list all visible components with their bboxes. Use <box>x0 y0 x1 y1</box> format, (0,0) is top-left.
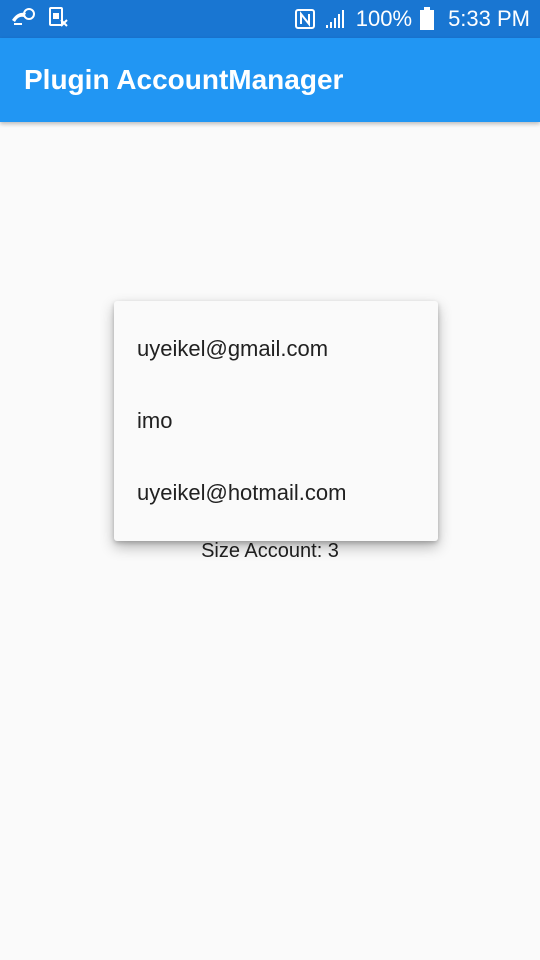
app-title: Plugin AccountManager <box>24 64 344 95</box>
status-right-icons: 100% 5:33 PM <box>294 0 530 38</box>
size-account-label: Size Account: 3 <box>201 540 339 562</box>
sim-card-icon <box>48 6 68 28</box>
status-time: 5:33 PM <box>448 6 530 31</box>
status-left-icons <box>10 6 68 28</box>
nfc-icon <box>294 8 316 30</box>
menu-item-account[interactable]: uyeikel@hotmail.com <box>114 457 438 529</box>
menu-item-account[interactable]: uyeikel@gmail.com <box>114 313 438 385</box>
battery-percent: 100% <box>355 6 413 31</box>
status-bar: 100% 5:33 PM <box>0 0 540 38</box>
account-popup-menu: uyeikel@gmail.com imo uyeikel@hotmail.co… <box>114 301 438 541</box>
notification-app-icon <box>10 6 36 28</box>
signal-icon <box>324 8 348 30</box>
menu-item-account[interactable]: imo <box>114 385 438 457</box>
app-bar: Plugin AccountManager <box>0 38 540 122</box>
battery-icon <box>420 7 435 31</box>
